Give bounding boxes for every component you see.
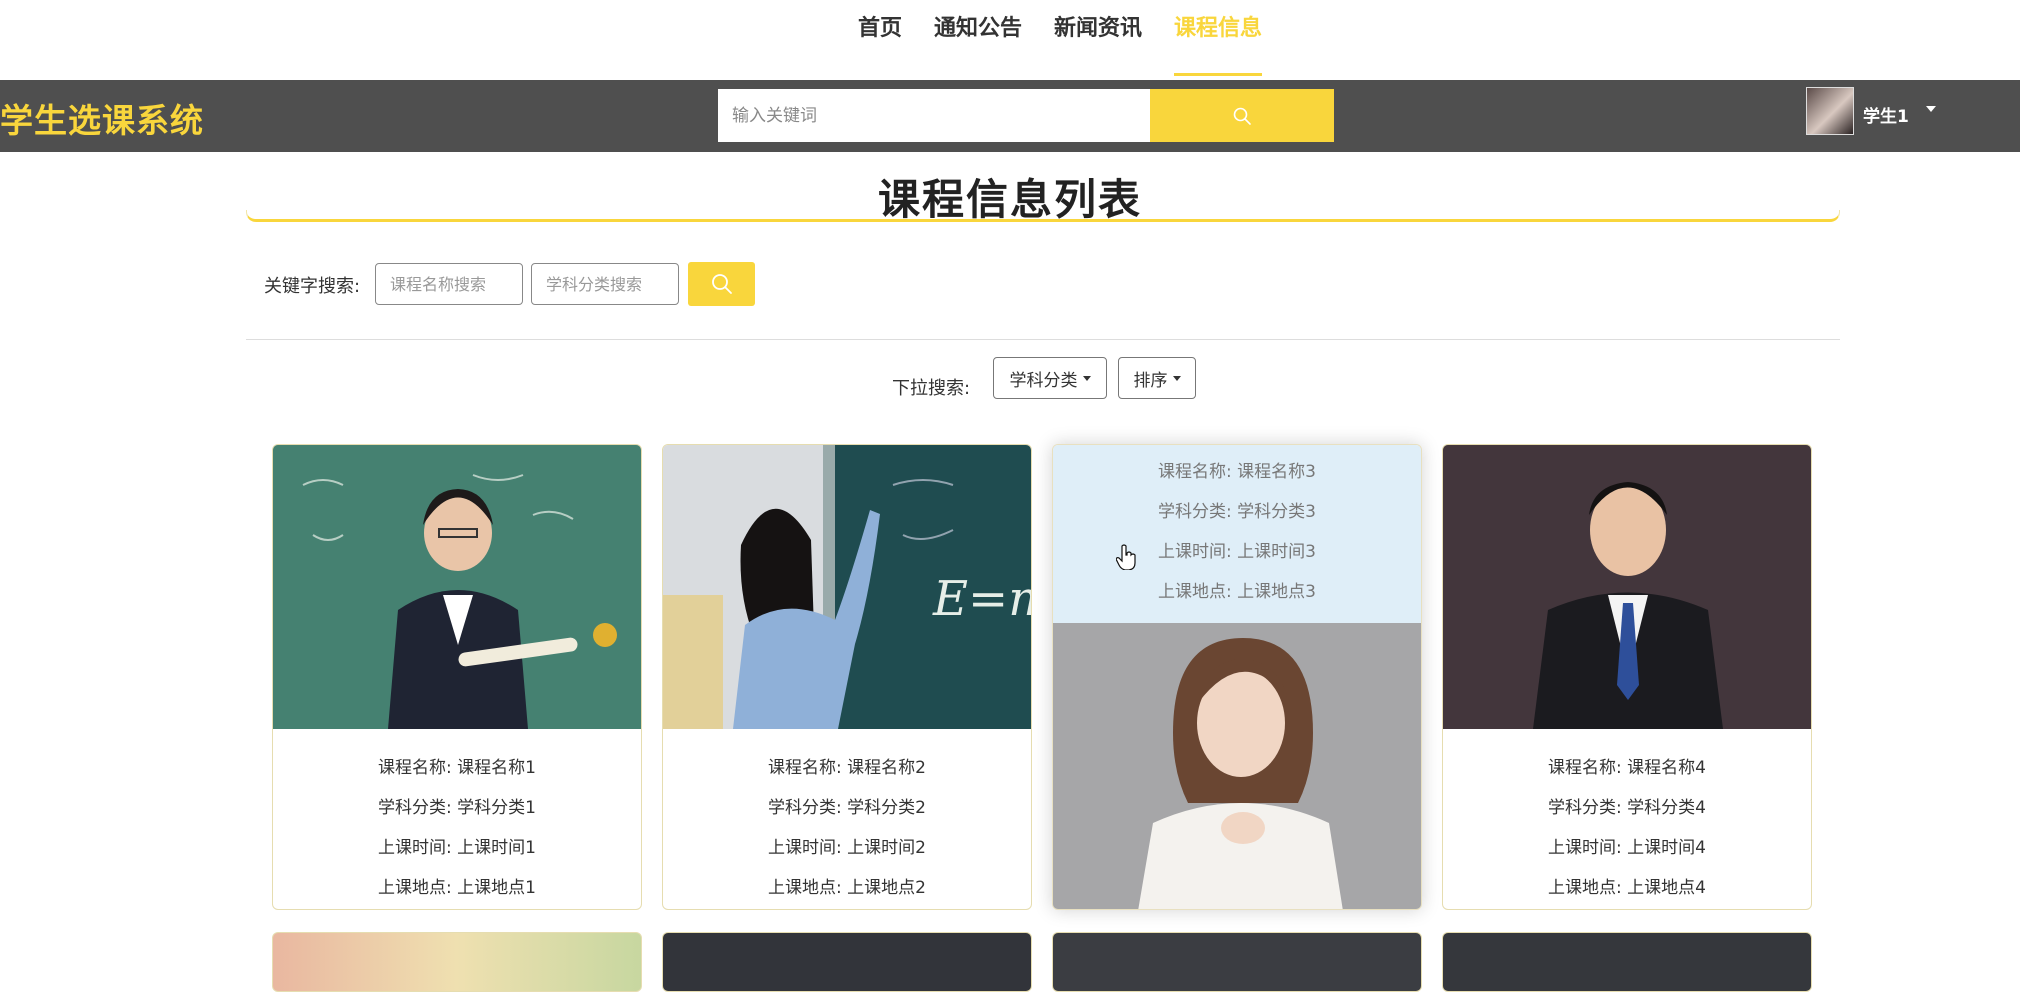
- header-bar: 学生选课系统 学生1: [0, 80, 2020, 152]
- course-name-search-input[interactable]: [375, 263, 523, 305]
- course-card[interactable]: [272, 932, 642, 992]
- search-icon: [1233, 107, 1251, 125]
- user-name[interactable]: 学生1: [1863, 102, 1909, 127]
- sort-dropdown-button[interactable]: 排序: [1118, 357, 1196, 399]
- course-time: 上课时间: 上课时间1: [378, 838, 536, 858]
- dropdown-search-label: 下拉搜索:: [892, 378, 971, 399]
- course-place: 上课地点: 上课地点1: [378, 878, 536, 898]
- category-dropdown-label: 学科分类: [1009, 370, 1078, 391]
- course-card[interactable]: E=mc² 课程名称: 课程名称2 学科分类: 学科分类2 上课时间: 上课时间…: [662, 444, 1032, 910]
- course-name: 课程名称: 课程名称4: [1548, 758, 1706, 778]
- course-name: 课程名称: 课程名称1: [378, 758, 536, 778]
- sort-dropdown-label: 排序: [1133, 370, 1168, 391]
- course-card[interactable]: 课程名称: 课程名称1 学科分类: 学科分类1 上课时间: 上课时间1 上课地点…: [272, 444, 642, 910]
- keyword-search-button[interactable]: [688, 262, 755, 306]
- chevron-down-icon[interactable]: [1926, 106, 1936, 112]
- course-place: 上课地点: 上课地点3: [1158, 582, 1316, 602]
- nav-item-home[interactable]: 首页: [858, 14, 902, 76]
- course-place: 上课地点: 上课地点4: [1548, 878, 1706, 898]
- course-info: 课程名称: 课程名称3 学科分类: 学科分类3 上课时间: 上课时间3 上课地点…: [1053, 445, 1421, 623]
- course-info: 课程名称: 课程名称1 学科分类: 学科分类1 上课时间: 上课时间1 上课地点…: [273, 729, 641, 909]
- caret-down-icon: [1172, 375, 1181, 381]
- course-card[interactable]: [1442, 932, 1812, 992]
- course-place: 上课地点: 上课地点2: [768, 878, 926, 898]
- course-card[interactable]: 课程名称: 课程名称4 学科分类: 学科分类4 上课时间: 上课时间4 上课地点…: [1442, 444, 1812, 910]
- category-search-input[interactable]: [531, 263, 679, 305]
- brand-title: 学生选课系统: [0, 101, 204, 140]
- caret-down-icon: [1082, 375, 1091, 381]
- nav-item-courses[interactable]: 课程信息: [1174, 14, 1262, 76]
- title-underline: [246, 210, 1840, 222]
- course-time: 上课时间: 上课时间4: [1548, 838, 1706, 858]
- search-icon: [711, 274, 732, 294]
- nav-item-news[interactable]: 新闻资讯: [1054, 14, 1142, 76]
- top-nav: 首页 通知公告 新闻资讯 课程信息: [0, 0, 2020, 80]
- course-category: 学科分类: 学科分类4: [1548, 798, 1706, 818]
- user-avatar[interactable]: [1806, 87, 1854, 135]
- course-info: 课程名称: 课程名称4 学科分类: 学科分类4 上课时间: 上课时间4 上课地点…: [1443, 729, 1811, 909]
- keyword-search-label: 关键字搜索:: [264, 276, 361, 297]
- nav-item-notices[interactable]: 通知公告: [934, 14, 1022, 76]
- course-image: [1053, 623, 1421, 909]
- category-dropdown-button[interactable]: 学科分类: [993, 357, 1107, 399]
- header-search-button[interactable]: [1150, 89, 1334, 142]
- course-image: [273, 445, 641, 729]
- course-card[interactable]: 课程名称: 课程名称3 学科分类: 学科分类3 上课时间: 上课时间3 上课地点…: [1052, 444, 1422, 910]
- course-time: 上课时间: 上课时间2: [768, 838, 926, 858]
- course-name: 课程名称: 课程名称3: [1158, 462, 1316, 482]
- course-category: 学科分类: 学科分类1: [378, 798, 536, 818]
- svg-text:E=mc²: E=mc²: [932, 571, 1031, 627]
- course-info: 课程名称: 课程名称2 学科分类: 学科分类2 上课时间: 上课时间2 上课地点…: [663, 729, 1031, 909]
- course-name: 课程名称: 课程名称2: [768, 758, 926, 778]
- course-card[interactable]: [1052, 932, 1422, 992]
- course-image: [1443, 445, 1811, 729]
- course-category: 学科分类: 学科分类3: [1158, 502, 1316, 522]
- course-card[interactable]: [662, 932, 1032, 992]
- header-search-input[interactable]: [718, 89, 1150, 142]
- hand-cursor-icon: [1116, 544, 1136, 570]
- course-image: E=mc²: [663, 445, 1031, 729]
- section-divider: [246, 339, 1840, 340]
- course-category: 学科分类: 学科分类2: [768, 798, 926, 818]
- course-time: 上课时间: 上课时间3: [1158, 542, 1316, 562]
